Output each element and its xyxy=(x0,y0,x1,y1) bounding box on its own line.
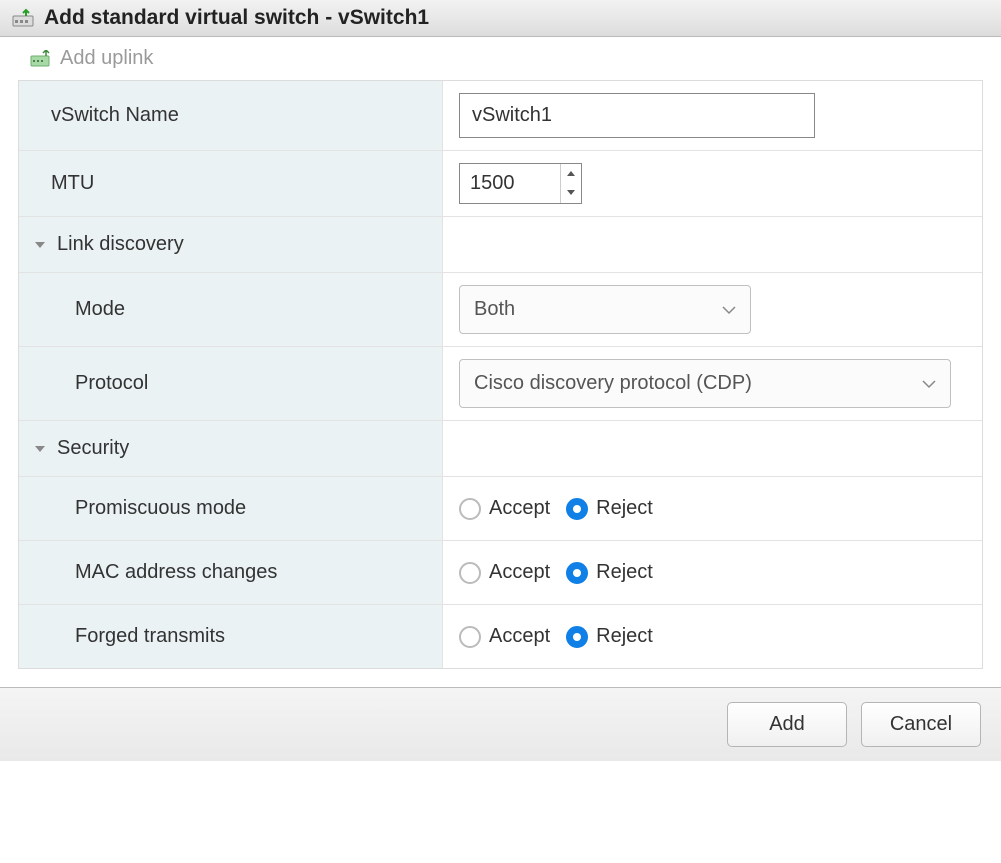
radio-icon xyxy=(459,562,481,584)
protocol-value: Cisco discovery protocol (CDP) xyxy=(474,372,752,395)
label-mac-changes: MAC address changes xyxy=(19,541,443,604)
caret-down-icon xyxy=(35,446,45,452)
row-mode: Mode Both xyxy=(19,273,982,347)
caret-down-icon xyxy=(35,242,45,248)
vswitch-icon xyxy=(12,8,36,28)
radio-label: Accept xyxy=(489,561,550,584)
label-protocol: Protocol xyxy=(19,347,443,420)
toolbar: Add uplink xyxy=(0,37,1001,80)
mac-reject-radio[interactable]: Reject xyxy=(566,561,653,584)
radio-label: Reject xyxy=(596,497,653,520)
label-vswitch-name: vSwitch Name xyxy=(19,81,443,150)
radio-icon xyxy=(566,562,588,584)
radio-icon xyxy=(459,498,481,520)
mac-accept-radio[interactable]: Accept xyxy=(459,561,550,584)
label-mode: Mode xyxy=(19,273,443,346)
row-promiscuous: Promiscuous mode Accept Reject xyxy=(19,477,982,541)
chevron-down-icon xyxy=(722,298,736,321)
radio-icon xyxy=(566,498,588,520)
dialog-footer: Add Cancel xyxy=(0,687,1001,761)
radio-label: Reject xyxy=(596,561,653,584)
section-link-discovery: Link discovery xyxy=(19,217,982,273)
label-security: Security xyxy=(57,437,129,460)
label-mtu: MTU xyxy=(19,151,443,216)
dialog-titlebar: Add standard virtual switch - vSwitch1 xyxy=(0,0,1001,37)
forged-reject-radio[interactable]: Reject xyxy=(566,625,653,648)
add-uplink-icon xyxy=(30,50,52,68)
cancel-button[interactable]: Cancel xyxy=(861,702,981,747)
mtu-input[interactable] xyxy=(460,164,560,203)
promiscuous-reject-radio[interactable]: Reject xyxy=(566,497,653,520)
radio-label: Reject xyxy=(596,625,653,648)
row-forged: Forged transmits Accept Reject xyxy=(19,605,982,668)
chevron-down-icon xyxy=(922,372,936,395)
mtu-step-down[interactable] xyxy=(561,183,581,202)
promiscuous-accept-radio[interactable]: Accept xyxy=(459,497,550,520)
radio-label: Accept xyxy=(489,625,550,648)
label-forged: Forged transmits xyxy=(19,605,443,668)
row-protocol: Protocol Cisco discovery protocol (CDP) xyxy=(19,347,982,421)
dialog-title: Add standard virtual switch - vSwitch1 xyxy=(44,6,429,30)
radio-label: Accept xyxy=(489,497,550,520)
label-promiscuous: Promiscuous mode xyxy=(19,477,443,540)
row-vswitch-name: vSwitch Name xyxy=(19,81,982,151)
radio-icon xyxy=(566,626,588,648)
label-link-discovery: Link discovery xyxy=(57,233,184,256)
mode-select[interactable]: Both xyxy=(459,285,751,334)
row-mtu: MTU xyxy=(19,151,982,217)
section-security: Security xyxy=(19,421,982,477)
add-button[interactable]: Add xyxy=(727,702,847,747)
add-uplink-button[interactable]: Add uplink xyxy=(60,47,153,70)
protocol-select[interactable]: Cisco discovery protocol (CDP) xyxy=(459,359,951,408)
forged-accept-radio[interactable]: Accept xyxy=(459,625,550,648)
section-toggle-link-discovery[interactable]: Link discovery xyxy=(19,217,443,272)
mtu-step-up[interactable] xyxy=(561,164,581,183)
vswitch-name-input[interactable] xyxy=(459,93,815,138)
form-container: vSwitch Name MTU Lin xyxy=(18,80,983,669)
radio-icon xyxy=(459,626,481,648)
section-toggle-security[interactable]: Security xyxy=(19,421,443,476)
row-mac-changes: MAC address changes Accept Reject xyxy=(19,541,982,605)
mode-value: Both xyxy=(474,298,515,321)
